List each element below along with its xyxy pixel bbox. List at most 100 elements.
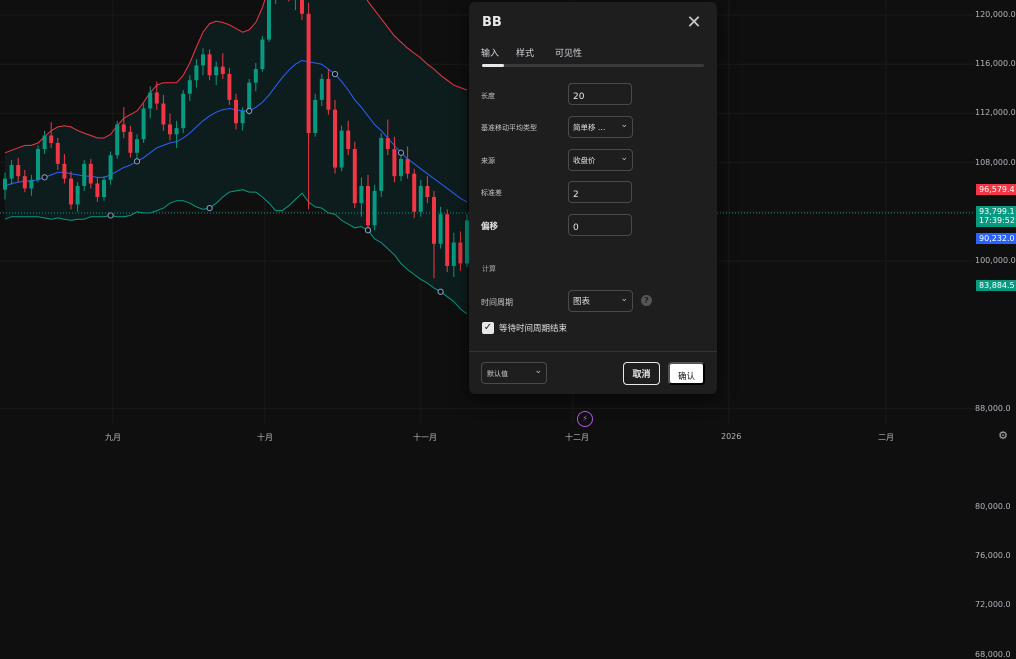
candle-body bbox=[36, 149, 40, 180]
candle-body bbox=[438, 214, 443, 244]
offset-field-box bbox=[568, 214, 632, 237]
source-value: 收盘价 bbox=[573, 156, 596, 165]
candle-body bbox=[372, 190, 377, 226]
band-marker bbox=[364, 227, 372, 234]
candle bbox=[412, 168, 417, 218]
candle-body bbox=[346, 130, 351, 150]
stddev-label: 标准差 bbox=[481, 189, 502, 197]
candle-body bbox=[108, 155, 113, 180]
band-marker bbox=[206, 205, 213, 212]
cancel-button[interactable]: 取消 bbox=[623, 362, 660, 385]
price-tag-current: 93,799.1 17:39:52 bbox=[976, 206, 1016, 227]
candle-body bbox=[154, 92, 159, 104]
candle-body bbox=[22, 176, 27, 189]
candle-body bbox=[458, 242, 463, 264]
candle-body bbox=[359, 185, 364, 204]
tab-inputs[interactable]: 输入 bbox=[481, 46, 499, 59]
timeframe-label: 时间周期 bbox=[481, 298, 513, 307]
help-icon[interactable]: ? bbox=[641, 295, 652, 306]
candle-body bbox=[194, 65, 199, 81]
candle-body bbox=[227, 74, 232, 100]
ma-type-label: 基准移动平均类型 bbox=[481, 124, 537, 132]
length-input[interactable] bbox=[569, 88, 629, 106]
price-tick-label: 108,000.0 bbox=[975, 157, 1016, 167]
stddev-input[interactable] bbox=[569, 186, 629, 204]
chevron-down-icon: ⌄ bbox=[534, 366, 542, 376]
time-tick-label: 2026 bbox=[721, 432, 742, 441]
price-tag-basis: 90,232.0 bbox=[976, 233, 1016, 244]
length-label: 长度 bbox=[481, 92, 495, 100]
band-marker bbox=[41, 174, 48, 181]
price-tick-label: 120,000.0 bbox=[975, 10, 1016, 19]
candle-body bbox=[95, 183, 100, 198]
ok-button[interactable]: 确认 bbox=[668, 362, 705, 385]
tab-style[interactable]: 样式 bbox=[516, 46, 534, 59]
wait-close-checkbox[interactable]: ✓ bbox=[482, 322, 494, 334]
current-price-countdown: 17:39:52 bbox=[979, 216, 1015, 225]
timeframe-select[interactable]: 图表 ⌄ bbox=[568, 290, 633, 312]
candle bbox=[445, 209, 450, 273]
candle-body bbox=[306, 13, 311, 134]
dialog-title: BB bbox=[482, 15, 502, 30]
candle-body bbox=[260, 39, 265, 70]
candle-body bbox=[220, 66, 225, 75]
candle-body bbox=[121, 124, 126, 132]
close-icon[interactable]: ✕ bbox=[683, 12, 705, 34]
indicator-settings-dialog: BB ✕ 输入 样式 可见性 长度 基准移动平均类型 简单移 … ⌄ 来源 收盘… bbox=[469, 2, 717, 394]
candle-body bbox=[366, 185, 370, 226]
source-select[interactable]: 收盘价 ⌄ bbox=[568, 149, 633, 171]
gear-icon[interactable]: ⚙ bbox=[996, 429, 1010, 443]
tab-indicator bbox=[482, 64, 504, 67]
candle bbox=[379, 133, 384, 198]
tab-scroll-track[interactable] bbox=[482, 64, 704, 67]
candle-body bbox=[29, 179, 34, 189]
candle-body bbox=[148, 92, 153, 109]
candle-body bbox=[42, 135, 47, 150]
candle-body bbox=[181, 93, 186, 129]
candle-body bbox=[49, 135, 54, 143]
candle-body bbox=[432, 197, 436, 244]
time-tick-label: 九月 bbox=[105, 433, 121, 442]
candle-body bbox=[161, 103, 166, 125]
timeframe-value: 图表 bbox=[573, 297, 591, 307]
tab-visibility[interactable]: 可见性 bbox=[555, 46, 582, 59]
band-marker bbox=[107, 212, 114, 219]
ma-type-select[interactable]: 简单移 … ⌄ bbox=[568, 116, 633, 138]
candle-body bbox=[379, 138, 384, 191]
candle bbox=[313, 93, 318, 137]
candle bbox=[141, 103, 146, 143]
candle-body bbox=[207, 54, 212, 76]
candle-body bbox=[69, 178, 73, 205]
candle-body bbox=[168, 124, 172, 135]
time-tick-label: 十月 bbox=[257, 433, 273, 442]
candle bbox=[352, 141, 357, 209]
candle-body bbox=[313, 99, 318, 134]
candle-body bbox=[267, 0, 271, 40]
candle-body bbox=[445, 214, 450, 266]
candle-body bbox=[392, 149, 397, 177]
offset-label: 偏移 bbox=[481, 222, 499, 232]
lightning-icon[interactable]: ⚡ bbox=[577, 411, 593, 427]
candle bbox=[115, 120, 120, 159]
candle-body bbox=[240, 110, 245, 124]
candle bbox=[267, 0, 271, 43]
footer-divider bbox=[469, 351, 717, 352]
candle bbox=[36, 145, 40, 183]
defaults-label: 默认值 bbox=[487, 370, 508, 378]
time-tick-label: 十二月 bbox=[565, 433, 589, 442]
candle-body bbox=[82, 163, 87, 186]
candle-body bbox=[247, 82, 252, 111]
offset-input[interactable] bbox=[569, 219, 629, 237]
candle-body bbox=[3, 178, 7, 190]
source-label: 来源 bbox=[481, 157, 495, 165]
chevron-down-icon: ⌄ bbox=[620, 294, 628, 304]
chevron-down-icon: ⌄ bbox=[620, 153, 628, 163]
band-marker bbox=[437, 288, 444, 295]
price-tick-label: 100,000.0 bbox=[975, 256, 1016, 265]
wait-close-label[interactable]: 等待时间周期结束 bbox=[499, 322, 567, 334]
band-marker bbox=[397, 149, 405, 156]
candle bbox=[333, 99, 337, 174]
defaults-dropdown[interactable]: 默认值 ⌄ bbox=[481, 362, 547, 384]
price-tick-label: 72,000.0 bbox=[975, 600, 1011, 610]
candle-body bbox=[385, 138, 390, 150]
